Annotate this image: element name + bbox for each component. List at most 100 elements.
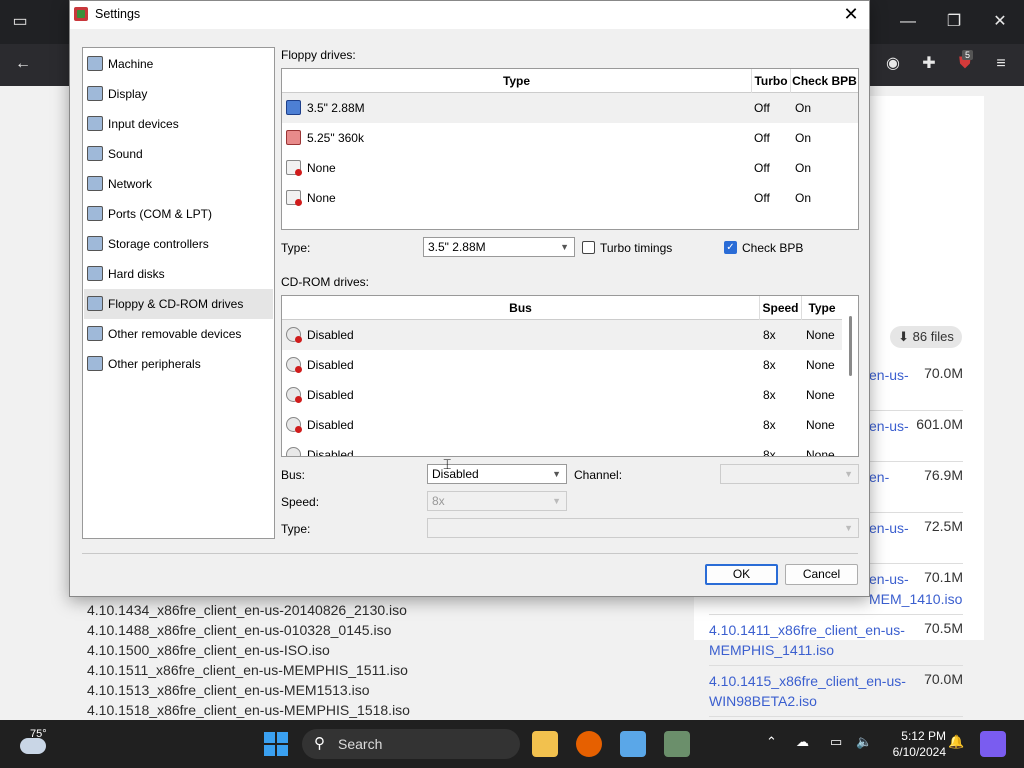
file-link[interactable]: 4.10.1513_x86fre_client_en-us-MEM1513.is… [87,682,370,698]
notepad-icon[interactable] [620,731,646,757]
volume-icon[interactable]: 🔈 [856,734,872,750]
file-link[interactable]: 4.10.1411_x86fre_client_en-us-MEMPHIS_14… [709,620,914,660]
cdrom-row[interactable]: Disabled 8x None [282,350,842,380]
cdrom-row[interactable]: Disabled 8x None [282,320,842,350]
file-size: 70.0M [924,671,963,687]
clock[interactable]: 5:12 PM 6/10/2024 [893,728,946,760]
cdrom-row[interactable]: Disabled 8x None [282,440,842,457]
file-explorer-icon[interactable] [532,731,558,757]
sidebar-item[interactable]: Hard disks [84,259,273,289]
sidebar-item[interactable]: Storage controllers [84,229,273,259]
profile-icon[interactable]: ◉ [882,54,904,74]
file-link[interactable]: 4.10.1500_x86fre_client_en-us-ISO.iso [87,642,330,658]
floppy-cdrom-icon [87,296,103,311]
sidebar-item-label: Machine [108,57,154,71]
emulator-app-icon[interactable] [664,731,690,757]
firefox-icon[interactable] [576,731,602,757]
sidebar-item[interactable]: Network [84,169,273,199]
cdrom-type-select[interactable]: ▼ [427,518,859,538]
file-link[interactable]: 4.10.1415_x86fre_client_en-us-WIN98BETA2… [709,671,914,711]
minimize-window-button[interactable]: — [898,12,918,32]
windows-start-icon[interactable] [264,732,288,756]
menu-icon[interactable]: ≡ [990,54,1012,74]
taskbar-search[interactable]: ⚲ Search [302,729,520,759]
floppy-type-select[interactable]: 3.5" 2.88M ▼ [423,237,575,257]
turbo-timings-checkbox[interactable] [582,241,595,254]
cdrom-row[interactable]: Disabled 8x None [282,410,842,440]
check-bpb-label[interactable]: Check BPB [742,241,803,255]
cdrom-row[interactable]: Disabled 8x None [282,380,842,410]
floppy-row[interactable]: 5.25" 360k Off On [282,123,858,153]
floppy-drives-label: Floppy drives: [281,48,356,62]
floppy-row[interactable]: None Off On [282,183,858,213]
network-icon[interactable]: ☁ [796,734,809,750]
floppy-drives-list[interactable]: Type Turbo Check BPB 3.5" 2.88M Off On 5.25… [281,68,859,230]
cancel-button[interactable]: Cancel [785,564,858,585]
speed-select[interactable]: 8x ▼ [427,491,567,511]
chevron-down-icon: ▼ [552,469,561,479]
sidebar-item[interactable]: Sound [84,139,273,169]
file-link[interactable]: 4.10.1434_x86fre_client_en-us-20140826_2… [87,602,407,618]
floppy-row[interactable]: 3.5" 2.88M Off On [282,93,858,123]
check-bpb-checkbox[interactable]: ✓ [724,241,737,254]
dialog-divider [82,553,858,554]
file-link[interactable]: 4.10.1518_x86fre_client_en-us-MEMPHIS_15… [87,702,410,718]
file-link[interactable]: en-us- [869,416,914,436]
cdrom-scrollbar[interactable] [849,316,852,376]
close-window-button[interactable]: ✕ [990,12,1010,32]
header-bus[interactable]: Bus [282,296,760,320]
floppy-type: None [307,161,336,175]
ok-button[interactable]: OK [705,564,778,585]
cdrom-bus: Disabled [307,358,354,372]
files-count-badge[interactable]: ⬇ 86 files [890,326,962,348]
header-type[interactable]: Type [802,296,842,320]
sidebar-item-label: Display [108,87,148,101]
date: 6/10/2024 [892,745,946,759]
chevron-up-icon[interactable]: ⌃ [766,734,777,750]
cdrom-type: None [806,388,835,402]
file-link[interactable]: en-us- MEM_1410.iso [869,569,962,609]
header-speed[interactable]: Speed [760,296,802,320]
maximize-window-button[interactable]: ❐ [944,12,964,32]
turbo-timings-label[interactable]: Turbo timings [600,241,672,255]
close-icon[interactable]: ✕ [840,3,862,25]
sidebar-item[interactable]: Floppy & CD-ROM drives [84,289,273,319]
sidebar-item[interactable]: Input devices [84,109,273,139]
tab-actions-icon[interactable]: ▭ [10,12,30,32]
cdrom-speed: 8x [763,388,776,402]
bus-value: Disabled [432,467,479,481]
floppy-row[interactable]: None Off On [282,153,858,183]
notification-icon[interactable]: 🔔 [948,734,964,750]
floppy-type-value: 3.5" 2.88M [428,240,486,254]
header-type[interactable]: Type [282,69,752,93]
display-icon[interactable]: ▭ [830,734,842,750]
sidebar-item[interactable]: Display [84,79,273,109]
floppy-check-bpb: On [795,101,812,115]
ports-icon [87,206,103,221]
file-size: 601.0M [916,416,963,432]
removable-icon [87,326,103,341]
dialog-titlebar[interactable]: Settings ✕ [70,1,869,29]
file-link[interactable]: en-us- [869,518,914,538]
file-link[interactable]: en-us- [869,365,914,385]
extensions-icon[interactable]: ✚ [918,54,940,74]
header-check-bpb[interactable]: Check BPB [791,69,858,93]
channel-select[interactable]: ▼ [720,464,859,484]
back-arrow-icon[interactable]: ← [12,54,34,74]
cdrom-drives-list[interactable]: Bus Speed Type Disabled 8x None Disabled 8x N… [281,295,859,457]
sidebar-item[interactable]: Ports (COM & LPT) [84,199,273,229]
file-link[interactable]: 4.10.1511_x86fre_client_en-us-MEMPHIS_15… [87,662,408,678]
file-link[interactable]: 4.10.1488_x86fre_client_en-us-010328_014… [87,622,391,638]
floppy-turbo: Off [754,131,770,145]
sidebar-item[interactable]: Machine [84,49,273,79]
file-link[interactable]: en- [869,467,914,487]
cdrom-speed: 8x [763,448,776,457]
chevron-down-icon: ▼ [560,242,569,252]
floppy-turbo: Off [754,101,770,115]
header-turbo[interactable]: Turbo [752,69,791,93]
weather-cloud-icon[interactable] [20,738,46,754]
copilot-icon[interactable] [980,731,1006,757]
sidebar-item[interactable]: Other peripherals [84,349,273,379]
sidebar-item-label: Ports (COM & LPT) [108,207,213,221]
sidebar-item[interactable]: Other removable devices [84,319,273,349]
